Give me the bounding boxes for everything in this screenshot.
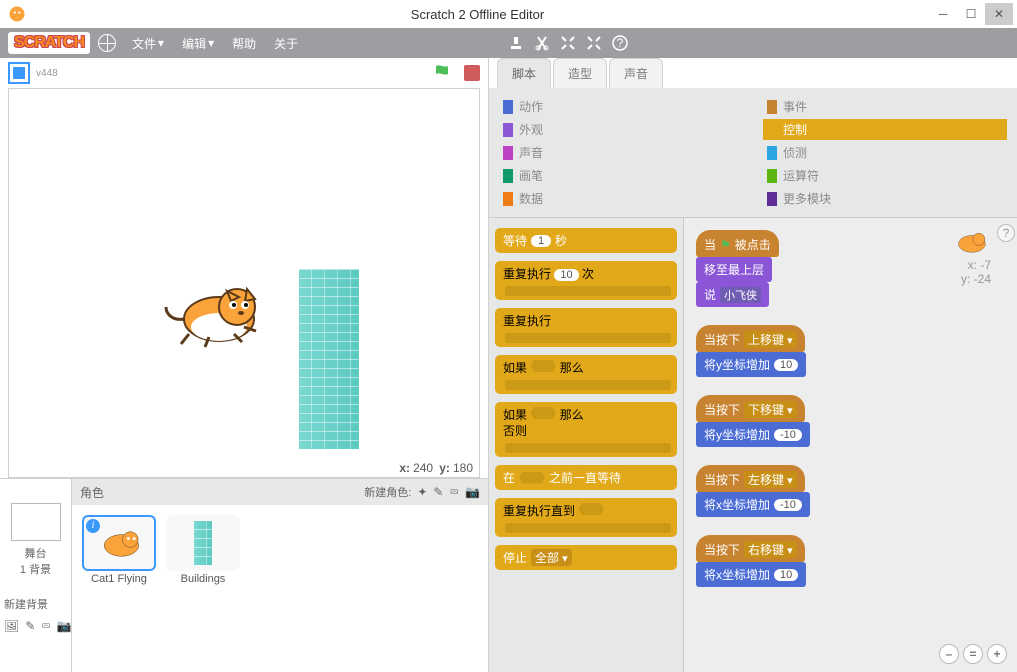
sprite-camera-icon[interactable]: 📷 [465, 485, 480, 499]
cat-looks[interactable]: 外观 [499, 119, 743, 140]
library-icon[interactable]: 🖼 [4, 619, 19, 633]
building-sprite-on-stage[interactable] [299, 269, 359, 449]
sprite-header: 角色 新建角色: ✦ ✎ ⮹ 📷 [72, 479, 488, 505]
tab-costumes[interactable]: 造型 [553, 58, 607, 88]
zoom-reset-button[interactable]: = [963, 644, 983, 664]
new-backdrop-label: 新建背景 [0, 593, 71, 615]
block-wait[interactable]: 等待1秒 [495, 228, 677, 253]
menu-about[interactable]: 关于 [266, 31, 306, 56]
paint-icon[interactable]: ✎ [25, 619, 35, 633]
cat-operators[interactable]: 运算符 [763, 165, 1007, 186]
stamp-icon[interactable] [508, 35, 524, 51]
stop-icon[interactable] [464, 65, 480, 81]
new-backdrop-tools: 🖼 ✎ ⮹ 📷 [0, 615, 71, 637]
backdrop-count: 1 背景 [0, 561, 71, 577]
app-icon [8, 5, 26, 23]
cat-sensing[interactable]: 侦测 [763, 142, 1007, 163]
stage-coords: x: 240 y: 180 [399, 461, 473, 475]
tab-scripts[interactable]: 脚本 [497, 58, 551, 88]
block-if-else[interactable]: 如果 那么否则 [495, 402, 677, 457]
titlebar: Scratch 2 Offline Editor ─ ☐ ✕ [0, 0, 1017, 28]
language-icon[interactable] [98, 34, 116, 52]
window-title: Scratch 2 Offline Editor [26, 7, 929, 22]
close-button[interactable]: ✕ [985, 3, 1013, 25]
block-repeat-until[interactable]: 重复执行直到 [495, 498, 677, 537]
scripts-area[interactable]: ? x: -7y: -24 当⚑被点击 移至最上层 说小飞侠 当按下上移键 ▾ … [684, 218, 1017, 672]
cat-pen[interactable]: 画笔 [499, 165, 743, 186]
green-flag-icon[interactable] [432, 63, 452, 83]
menu-edit[interactable]: 编辑 ▾ [174, 31, 222, 56]
version-label: v448 [36, 68, 58, 79]
tab-sounds[interactable]: 声音 [609, 58, 663, 88]
new-sprite-label: 新建角色: [364, 484, 411, 500]
sprite-item-cat[interactable]: i Cat1 Flying [82, 515, 156, 662]
sprites-label: 角色 [80, 484, 104, 501]
backdrop-thumbnail[interactable] [11, 503, 61, 541]
menu-file[interactable]: 文件 ▾ [124, 31, 172, 56]
scratch-logo: SCRATCH [8, 32, 90, 54]
editor-tabs: 脚本 造型 声音 [489, 58, 1017, 88]
sprite-paint-icon[interactable]: ✎ [433, 485, 443, 499]
sprite-upload-icon[interactable]: ⮹ [449, 485, 459, 500]
cat-events[interactable]: 事件 [763, 96, 1007, 117]
sprite-info-panel: x: -7y: -24 [949, 226, 991, 286]
script-left-stack[interactable]: 当按下左移键 ▾ 将x坐标增加-10 [696, 465, 1005, 517]
zoom-controls: – = + [939, 644, 1007, 664]
sprite-library-icon[interactable]: ✦ [417, 485, 427, 499]
sprite-item-buildings[interactable]: Buildings [166, 515, 240, 662]
block-stop[interactable]: 停止全部 ▾ [495, 545, 677, 570]
sprite-list: i Cat1 Flying Buildings [72, 505, 488, 672]
help-toggle-icon[interactable]: ? [997, 224, 1015, 242]
sprite-info-icon[interactable]: i [86, 519, 100, 533]
script-right-stack[interactable]: 当按下右移键 ▾ 将x坐标增加10 [696, 535, 1005, 587]
cat-data[interactable]: 数据 [499, 188, 743, 209]
category-panel: 动作 事件 外观 控制 声音 侦测 画笔 运算符 数据 更多模块 [489, 88, 1017, 218]
script-up-stack[interactable]: 当按下上移键 ▾ 将y坐标增加10 [696, 325, 1005, 377]
cat-sprite-on-stage[interactable] [159, 279, 269, 349]
help-icon[interactable]: ? [612, 35, 628, 51]
menu-help[interactable]: 帮助 [224, 31, 264, 56]
menubar: SCRATCH 文件 ▾ 编辑 ▾ 帮助 关于 ? [0, 28, 1017, 58]
shrink-icon[interactable] [586, 35, 602, 51]
cat-more[interactable]: 更多模块 [763, 188, 1007, 209]
stage-header: v448 [0, 58, 488, 88]
cat-sound[interactable]: 声音 [499, 142, 743, 163]
minimize-button[interactable]: ─ [929, 3, 957, 25]
block-if[interactable]: 如果 那么 [495, 355, 677, 394]
cat-control[interactable]: 控制 [763, 119, 1007, 140]
backdrop-panel: 舞台 1 背景 新建背景 🖼 ✎ ⮹ 📷 [0, 479, 72, 672]
zoom-in-button[interactable]: + [987, 644, 1007, 664]
camera-icon[interactable]: 📷 [57, 619, 72, 633]
stage[interactable]: x: 240 y: 180 [8, 88, 480, 478]
fullscreen-icon[interactable] [8, 62, 30, 84]
block-wait-until[interactable]: 在之前一直等待 [495, 465, 677, 490]
grow-icon[interactable] [560, 35, 576, 51]
block-forever[interactable]: 重复执行 [495, 308, 677, 347]
block-palette: 等待1秒 重复执行 10 次 重复执行 如果 那么 如果 那么否则 在之前一直等… [489, 218, 684, 672]
block-repeat-n[interactable]: 重复执行 10 次 [495, 261, 677, 300]
toolbar-tools: ? [508, 35, 628, 51]
svg-text:?: ? [617, 36, 624, 50]
script-down-stack[interactable]: 当按下下移键 ▾ 将y坐标增加-10 [696, 395, 1005, 447]
zoom-out-button[interactable]: – [939, 644, 959, 664]
cat-motion[interactable]: 动作 [499, 96, 743, 117]
stage-label: 舞台 [0, 545, 71, 561]
scissors-icon[interactable] [534, 35, 550, 51]
upload-icon[interactable]: ⮹ [41, 619, 51, 634]
maximize-button[interactable]: ☐ [957, 3, 985, 25]
